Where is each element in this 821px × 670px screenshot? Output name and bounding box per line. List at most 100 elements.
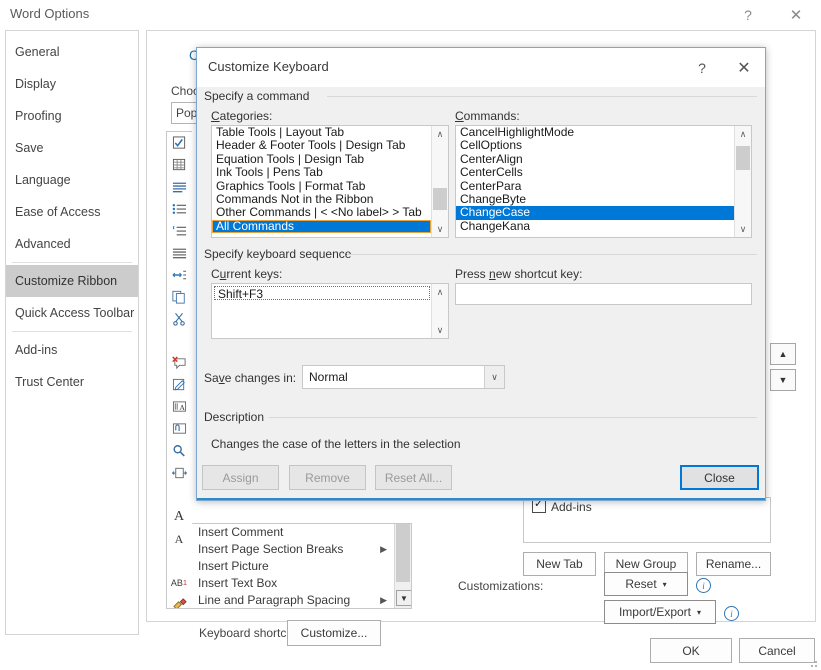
sidebar-item-ease-of-access[interactable]: Ease of Access — [6, 196, 138, 228]
save-changes-in-dropdown[interactable]: Normal ∨ — [302, 365, 505, 389]
scrollbar-thumb[interactable] — [396, 524, 410, 582]
scrollbar-down-button[interactable]: ▼ — [396, 590, 411, 606]
delete-comment-icon — [167, 352, 191, 374]
scroll-down-icon[interactable]: ∨ — [735, 221, 751, 237]
word-options-titlebar: Word Options ? ✕ — [0, 0, 821, 30]
ok-button[interactable]: OK — [650, 638, 732, 663]
press-new-shortcut-field[interactable] — [456, 284, 751, 304]
save-changes-in-value: Normal — [309, 370, 348, 384]
category-item[interactable]: Header & Footer Tools | Design Tab — [212, 138, 431, 152]
scrollbar-thumb[interactable] — [433, 188, 447, 210]
category-item[interactable]: Equation Tools | Design Tab — [212, 152, 431, 166]
scroll-up-icon[interactable]: ∧ — [735, 126, 751, 142]
commands-label: Commands: — [455, 109, 520, 123]
new-tab-label: New Tab — [536, 557, 583, 571]
close-icon[interactable]: ✕ — [776, 0, 816, 30]
ribbon-tabs-listbox[interactable]: Add-ins — [523, 497, 771, 543]
categories-listbox[interactable]: Table Tools | Layout Tab Header & Footer… — [211, 125, 449, 238]
move-up-button[interactable]: ▲ — [770, 343, 796, 365]
command-list-item[interactable]: Insert Text Box — [192, 575, 411, 592]
commands-scrollbar[interactable]: ∧ ∨ — [734, 126, 751, 237]
current-keys-listbox[interactable]: Shift+F3 ∧ ∨ — [211, 283, 449, 339]
category-item[interactable]: Table Tools | Layout Tab — [212, 126, 431, 139]
current-keys-scrollbar[interactable]: ∧ ∨ — [431, 284, 448, 338]
categories-rows: Table Tools | Layout Tab Header & Footer… — [212, 126, 431, 237]
new-tab-button[interactable]: New Tab — [523, 552, 596, 576]
reset-dropdown-button[interactable]: Reset ▾ — [604, 572, 688, 596]
svg-text:A: A — [179, 403, 185, 412]
dialog-titlebar: Customize Keyboard ? ✕ — [197, 48, 765, 88]
command-item-selected[interactable]: ChangeCase — [456, 205, 734, 220]
scroll-up-icon[interactable]: ∧ — [432, 284, 448, 300]
command-item[interactable]: ChangeKana — [456, 219, 734, 233]
resize-grip[interactable] — [810, 659, 819, 668]
bullets-icon — [167, 198, 191, 220]
command-label: Line and Paragraph Spacing — [198, 593, 351, 607]
reset-all-label: Reset All... — [384, 470, 443, 485]
table-icon — [167, 154, 191, 176]
import-export-label: Import/Export — [618, 605, 691, 619]
command-item[interactable]: ChangeByte — [456, 192, 734, 206]
categories-scrollbar[interactable]: ∧ ∨ — [431, 126, 448, 237]
command-item[interactable]: CenterCells — [456, 165, 734, 179]
sidebar-item-proofing[interactable]: Proofing — [6, 100, 138, 132]
customize-keyboard-dialog: Customize Keyboard ? ✕ Specify a command… — [196, 47, 766, 501]
command-list-item[interactable]: Insert Comment — [192, 524, 411, 541]
dialog-body: Specify a command Categories: Commands: … — [197, 87, 765, 500]
commands-listbox[interactable]: CancelHighlightMode CellOptions CenterAl… — [455, 125, 752, 238]
command-item[interactable]: CellOptions — [456, 138, 734, 152]
command-item[interactable]: CancelHighlightMode — [456, 126, 734, 139]
dialog-close-icon[interactable]: ✕ — [725, 48, 763, 87]
command-list-scrollbar[interactable]: ▼ — [394, 524, 411, 608]
reset-info-icon[interactable]: i — [696, 578, 711, 593]
scroll-up-icon[interactable]: ∧ — [432, 126, 448, 142]
customize-keyboard-button[interactable]: Customize... — [287, 620, 381, 646]
remove-button[interactable]: Remove — [289, 465, 366, 490]
description-text: Changes the case of the letters in the s… — [211, 437, 461, 451]
category-item[interactable]: Ink Tools | Pens Tab — [212, 165, 431, 179]
category-item-selected[interactable]: All Commands — [212, 219, 431, 234]
sidebar-item-language[interactable]: Language — [6, 164, 138, 196]
rename-button[interactable]: Rename... — [696, 552, 771, 576]
chevron-down-icon: ▾ — [662, 579, 667, 589]
help-icon[interactable]: ? — [728, 0, 768, 30]
checkbox-addins[interactable] — [532, 498, 546, 513]
close-button[interactable]: Close — [680, 465, 759, 490]
current-keys-value[interactable]: Shift+F3 — [214, 286, 430, 301]
command-item[interactable]: CenterPara — [456, 179, 734, 193]
cancel-button[interactable]: Cancel — [739, 638, 815, 663]
sidebar-item-quick-access-toolbar[interactable]: Quick Access Toolbar — [6, 297, 138, 329]
sidebar-item-customize-ribbon[interactable]: Customize Ribbon — [6, 265, 138, 297]
command-list-icon-strip: A A A AB1 A A — [166, 131, 192, 609]
cancel-label: Cancel — [758, 643, 796, 658]
sidebar-item-trust-center[interactable]: Trust Center — [6, 366, 138, 398]
command-list[interactable]: Insert Comment Insert Page Section Break… — [192, 523, 412, 609]
command-item[interactable]: CenterAlign — [456, 152, 734, 166]
assign-button[interactable]: Assign — [202, 465, 279, 490]
import-export-dropdown-button[interactable]: Import/Export ▾ — [604, 600, 716, 624]
command-list-item[interactable]: Insert Page Section Breaks ▶ — [192, 541, 411, 558]
sidebar-item-advanced[interactable]: Advanced — [6, 228, 138, 260]
dialog-bottom-accent — [197, 498, 765, 500]
sidebar-item-general[interactable]: General — [6, 36, 138, 68]
scrollbar-thumb[interactable] — [736, 146, 750, 170]
scroll-down-icon[interactable]: ∨ — [432, 221, 448, 237]
find-icon — [167, 440, 191, 462]
command-list-item[interactable]: Insert Picture — [192, 558, 411, 575]
reset-all-button[interactable]: Reset All... — [375, 465, 452, 490]
category-item[interactable]: Graphics Tools | Format Tab — [212, 179, 431, 193]
scroll-down-icon[interactable]: ∨ — [432, 322, 448, 338]
category-item[interactable]: Commands Not in the Ribbon — [212, 192, 431, 206]
press-new-shortcut-input[interactable] — [455, 283, 752, 305]
line-spacing-icon — [167, 264, 191, 286]
command-list-item[interactable]: Line and Paragraph Spacing ▶ — [192, 592, 411, 608]
dialog-help-icon[interactable]: ? — [683, 48, 721, 87]
import-export-info-icon[interactable]: i — [724, 606, 739, 621]
category-item[interactable]: Other Commands | < <No label> > Tab — [212, 205, 431, 219]
sidebar-item-display[interactable]: Display — [6, 68, 138, 100]
sidebar: General Display Proofing Save Language E… — [5, 30, 139, 635]
sidebar-item-save[interactable]: Save — [6, 132, 138, 164]
sidebar-item-add-ins[interactable]: Add-ins — [6, 334, 138, 366]
chevron-down-icon[interactable]: ∨ — [484, 366, 504, 388]
move-down-button[interactable]: ▼ — [770, 369, 796, 391]
